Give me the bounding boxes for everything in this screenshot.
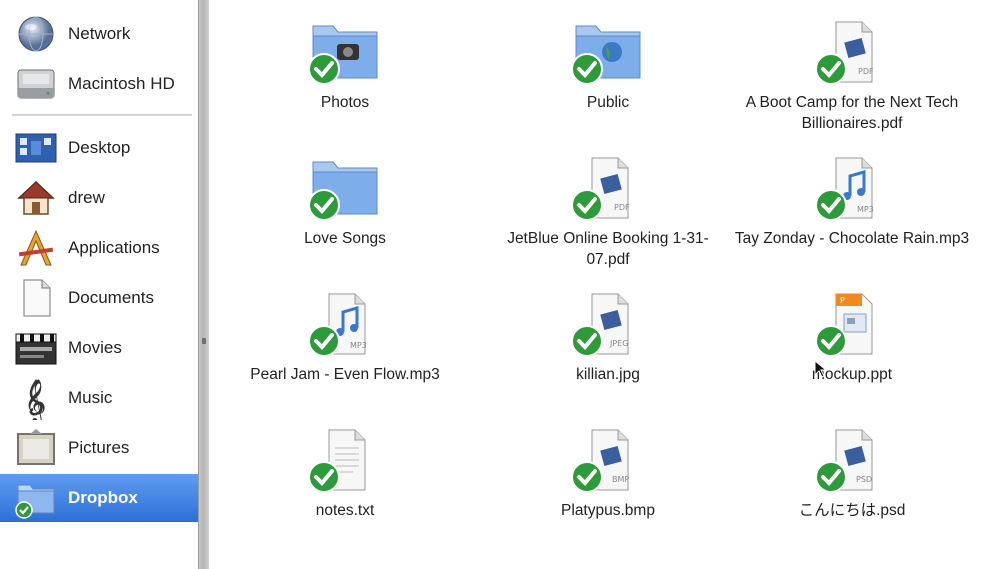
file-name: JetBlue Online Booking 1-31-07.pdf [507, 230, 709, 268]
desktop-icon [14, 126, 58, 170]
pdf-document-icon: PDF [810, 16, 894, 88]
file-name: Tay Zonday - Chocolate Rain.mp3 [734, 230, 970, 247]
sidebar-item-label: Network [68, 24, 131, 43]
splitter-handle-icon [202, 338, 206, 344]
sidebar-item-pictures[interactable]: Pictures [0, 426, 198, 470]
sidebar-item-label: Desktop [68, 138, 131, 157]
sidebar-item-label: Dropbox [68, 488, 138, 507]
file-item-txt-notes[interactable]: notes.txt [215, 416, 475, 541]
documents-icon [14, 276, 58, 320]
svg-text:MP3: MP3 [350, 341, 367, 350]
hard-drive-icon [14, 62, 58, 106]
psd-document-icon: PSD [810, 424, 894, 496]
file-name: Public [586, 94, 630, 111]
file-name: A Boot Camp for the Next Tech Billionair… [745, 94, 959, 132]
file-item-photos[interactable]: Photos [215, 8, 475, 133]
file-item-psd-konnichiwa[interactable]: PSD こんにちは.psd [722, 416, 982, 541]
sync-check-icon [571, 325, 603, 357]
file-item-public[interactable]: Public [478, 8, 738, 133]
photos-folder-icon [303, 16, 387, 88]
jpeg-document-icon: JPEG [566, 288, 650, 360]
sync-check-icon [308, 53, 340, 85]
sidebar-item-label: Documents [68, 288, 154, 307]
file-name: Photos [320, 94, 370, 111]
sync-check-icon [571, 461, 603, 493]
sync-check-icon [308, 461, 340, 493]
sync-check-icon [308, 189, 340, 221]
sync-check-icon [815, 461, 847, 493]
sidebar: Network Macintosh HD Desktop drew Applic… [0, 0, 198, 569]
file-name: Platypus.bmp [561, 502, 655, 519]
sync-check-icon [815, 189, 847, 221]
folder-icon [303, 152, 387, 224]
sidebar-item-label: Applications [68, 238, 160, 257]
file-item-mp3-even-flow[interactable]: MP3 Pearl Jam - Even Flow.mp3 [215, 280, 475, 405]
sidebar-item-label: Movies [68, 338, 122, 357]
bmp-document-icon: BMP [566, 424, 650, 496]
pictures-frame-icon [14, 426, 58, 470]
mouse-pointer-icon [814, 360, 828, 378]
svg-text:PSD: PSD [856, 475, 872, 484]
music-clef-icon: 𝄞 [14, 376, 58, 420]
ppt-document-icon: P [810, 288, 894, 360]
svg-text:P: P [840, 296, 845, 305]
home-icon [14, 176, 58, 220]
file-item-ppt-mockup[interactable]: P mockup.ppt [722, 280, 982, 405]
sidebar-item-music[interactable]: 𝄞 Music [0, 376, 198, 420]
sidebar-item-label: drew [68, 188, 105, 207]
sidebar-item-label: Pictures [68, 438, 130, 457]
file-item-jpg-killian[interactable]: JPEG killian.jpg [478, 280, 738, 405]
network-globe-icon [14, 12, 58, 56]
sidebar-item-macintosh-hd[interactable]: Macintosh HD [0, 62, 198, 106]
sidebar-item-applications[interactable]: Applications [0, 226, 198, 270]
svg-text:BMP: BMP [612, 475, 629, 484]
sidebar-divider [12, 114, 192, 116]
sidebar-item-movies[interactable]: Movies [0, 326, 198, 370]
file-item-pdf-jetblue[interactable]: PDF JetBlue Online Booking 1-31-07.pdf [478, 144, 738, 269]
file-item-mp3-chocolate-rain[interactable]: MP3 Tay Zonday - Chocolate Rain.mp3 [722, 144, 982, 269]
svg-text:MP3: MP3 [857, 205, 874, 214]
file-name: mockup.ppt [811, 366, 893, 383]
file-item-love-songs[interactable]: Love Songs [215, 144, 475, 269]
sidebar-item-label: Macintosh HD [68, 74, 175, 93]
mp3-document-icon: MP3 [810, 152, 894, 224]
text-document-icon [303, 424, 387, 496]
file-name: killian.jpg [576, 366, 640, 383]
sidebar-item-drew[interactable]: drew [0, 176, 198, 220]
sidebar-item-label: Music [68, 388, 113, 407]
svg-text:PDF: PDF [858, 67, 874, 76]
applications-icon [14, 226, 58, 270]
file-name: notes.txt [315, 502, 375, 519]
dropbox-folder-icon [14, 474, 58, 522]
file-name: こんにちは.psd [798, 502, 906, 519]
file-item-bmp-platypus[interactable]: BMP Platypus.bmp [478, 416, 738, 541]
sidebar-item-network[interactable]: Network [0, 12, 198, 56]
mp3-document-icon: MP3 [303, 288, 387, 360]
sync-check-icon [571, 189, 603, 221]
sidebar-item-desktop[interactable]: Desktop [0, 126, 198, 170]
sidebar-item-dropbox[interactable]: Dropbox [0, 474, 198, 522]
sync-check-icon [308, 325, 340, 357]
svg-text:PDF: PDF [614, 203, 630, 212]
pdf-document-icon: PDF [566, 152, 650, 224]
public-folder-icon [566, 16, 650, 88]
sync-check-icon [815, 325, 847, 357]
file-item-pdf-boot-camp[interactable]: PDF A Boot Camp for the Next Tech Billio… [722, 8, 982, 133]
sync-check-icon [571, 53, 603, 85]
svg-text:JPEG: JPEG [609, 339, 628, 348]
file-name: Pearl Jam - Even Flow.mp3 [250, 366, 440, 383]
file-grid: Photos Public PDF A Boot Camp for the Ne… [208, 0, 983, 569]
sidebar-item-documents[interactable]: Documents [0, 276, 198, 320]
sync-check-icon [815, 53, 847, 85]
movies-clapper-icon [14, 326, 58, 370]
file-name: Love Songs [304, 230, 386, 247]
